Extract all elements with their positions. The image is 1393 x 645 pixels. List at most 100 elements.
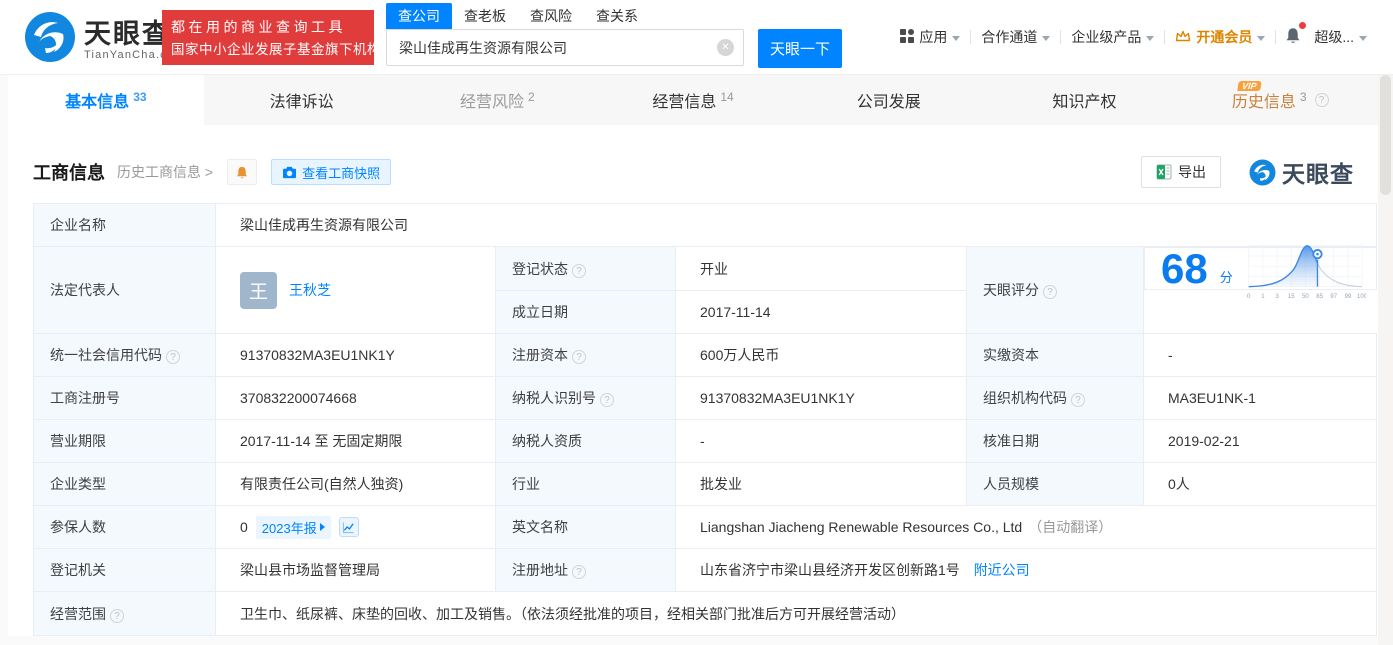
legal-rep-avatar[interactable]: 王 [240, 271, 277, 309]
camera-icon [283, 166, 297, 178]
tab-history-info[interactable]: VIP 历史信息 3 ? [1182, 75, 1378, 125]
nav-apps[interactable]: 应用 [890, 27, 970, 47]
tab-operation-info[interactable]: 经营信息 14 [595, 75, 791, 125]
help-icon[interactable]: ? [166, 350, 180, 364]
industry-label: 行业 [495, 462, 676, 506]
help-icon[interactable]: ? [1314, 93, 1329, 107]
tab-basic-info[interactable]: 基本信息 33 [8, 75, 204, 125]
banner-line2: 国家中小企业发展子基金旗下机构 [171, 41, 381, 57]
nav-member[interactable]: 开通会员 [1165, 27, 1275, 47]
taxpayer-quality-value: - [675, 419, 967, 463]
nav-enterprise[interactable]: 企业级产品 [1061, 27, 1164, 47]
clear-search-icon[interactable]: ✕ [717, 39, 734, 56]
nav-user-label: 超级... [1314, 29, 1354, 45]
org-code-label: 组织机构代码? [966, 376, 1144, 420]
chevron-down-icon [1359, 35, 1367, 41]
tianyancha-watermark: 天眼查 [1249, 155, 1354, 189]
approval-date-value: 2019-02-21 [1142, 419, 1378, 463]
tab-company-development[interactable]: 公司发展 [791, 75, 987, 125]
svg-text:3: 3 [1275, 293, 1279, 299]
legal-rep-link[interactable]: 王秋芝 [289, 280, 331, 300]
search-tabs: 查公司 查老板 查风险 查关系 [386, 3, 842, 29]
subscribe-bell-button[interactable] [227, 159, 258, 185]
section-title: 工商信息 [33, 163, 105, 183]
company-name-label: 企业名称 [33, 203, 216, 247]
taxpayer-quality-label: 纳税人资质 [495, 419, 676, 463]
search-tab-risk[interactable]: 查风险 [518, 3, 584, 29]
scrollbar[interactable] [1378, 75, 1393, 645]
address-label: 注册地址? [495, 548, 676, 592]
bell-icon [237, 166, 248, 178]
english-name-label: 英文名称 [495, 505, 676, 549]
table-row: 经营范围? 卫生巾、纸尿裤、床垫的回收、加工及销售。（依法须经批准的项目，经相关… [33, 591, 1378, 636]
search-button[interactable]: 天眼一下 [758, 29, 842, 68]
notification-bell-icon[interactable] [1276, 22, 1310, 48]
site-logo[interactable]: 天眼查 TianYanCha.com [24, 11, 185, 68]
history-business-info-link[interactable]: 历史工商信息 > [117, 162, 213, 182]
business-scope-label: 经营范围? [33, 591, 216, 636]
approval-date-label: 核准日期 [966, 419, 1144, 463]
reg-number-value: 370832200074668 [215, 376, 496, 420]
tab-operation-risk[interactable]: 经营风险 2 [399, 75, 595, 125]
company-tabs: 基本信息 33 法律诉讼 经营风险 2 经营信息 14 公司发展 知识产权 VI… [8, 75, 1378, 125]
staff-size-label: 人员规模 [966, 462, 1144, 506]
annual-report-link[interactable]: 2023年报 [255, 515, 331, 539]
nav-partner[interactable]: 合作通道 [971, 27, 1060, 47]
chevron-right-icon: > [204, 164, 214, 180]
help-icon[interactable]: ? [572, 565, 586, 579]
business-term-label: 营业期限 [33, 419, 216, 463]
tab-label: 知识产权 [1052, 94, 1117, 111]
help-icon[interactable]: ? [110, 608, 124, 623]
table-row: 法定代表人 王 王秋芝 登记状态? 开业 天眼评分? 68 分 0 1 3 15… [33, 243, 1377, 334]
address-text: 山东省济宁市梁山县经济开发区创新路1号 [700, 562, 960, 578]
scrollbar-thumb[interactable] [1380, 75, 1391, 195]
help-icon[interactable]: ? [600, 393, 614, 407]
search-tab-company[interactable]: 查公司 [386, 3, 452, 29]
tab-intellectual-property[interactable]: 知识产权 [987, 75, 1183, 125]
help-icon[interactable]: ? [572, 350, 586, 364]
svg-text:97: 97 [1330, 293, 1337, 299]
nav-user[interactable]: 超级... [1310, 27, 1377, 47]
help-icon[interactable]: ? [572, 263, 586, 278]
search-area: 查公司 查老板 查风险 查关系 ✕ 天眼一下 [386, 3, 842, 68]
search-tab-boss[interactable]: 查老板 [452, 3, 518, 29]
help-icon[interactable]: ? [1071, 393, 1085, 407]
search-tab-relation[interactable]: 查关系 [584, 3, 650, 29]
notification-dot [1299, 22, 1307, 29]
tab-label: 法律诉讼 [269, 94, 334, 111]
tab-legal-litigation[interactable]: 法律诉讼 [204, 75, 400, 125]
business-snapshot-button[interactable]: 查看工商快照 [271, 159, 392, 185]
triangle-right-icon [319, 523, 325, 531]
company-type-value: 有限责任公司(自然人独资) [215, 462, 496, 506]
table-row: 企业名称 梁山佳成再生资源有限公司 [33, 203, 1378, 247]
export-button[interactable]: 导出 [1141, 156, 1221, 188]
tab-label: 经营风险 [459, 94, 524, 111]
search-input[interactable] [386, 29, 744, 66]
registry-value: 梁山县市场监督管理局 [215, 548, 496, 592]
table-row: 工商注册号 370832200074668 纳税人识别号? 91370832MA… [33, 376, 1378, 420]
crown-icon [1175, 29, 1191, 46]
chevron-down-icon [1257, 35, 1266, 41]
tianyancha-logo-icon [24, 11, 76, 68]
insured-value-cell: 0 2023年报 [215, 505, 496, 549]
taxpayer-id-value: 91370832MA3EU1NK1Y [675, 376, 967, 420]
business-scope-value: 卫生巾、纸尿裤、床垫的回收、加工及销售。（依法须经批准的项目，经相关部门批准后方… [214, 591, 1378, 636]
reg-capital-value: 600万人民币 [675, 333, 967, 377]
snapshot-button-label: 查看工商快照 [302, 165, 381, 181]
svg-text:99: 99 [1344, 293, 1351, 299]
score-value-cell[interactable]: 68 分 0 1 3 15 50 85 97 99 10 [1144, 243, 1377, 299]
help-icon[interactable]: ? [1043, 285, 1057, 299]
establish-date-label: 成立日期 [495, 290, 676, 334]
industry-value: 批发业 [675, 462, 967, 506]
svg-text:85: 85 [1316, 293, 1323, 299]
company-type-label: 企业类型 [33, 462, 216, 506]
nearby-companies-link[interactable]: 附近公司 [974, 562, 1030, 578]
company-name-value: 梁山佳成再生资源有限公司 [214, 203, 1378, 247]
trend-chart-icon[interactable] [338, 517, 359, 537]
chevron-down-icon [952, 35, 961, 41]
tab-label: 基本信息 [65, 94, 130, 111]
english-name-value: Liangshan Jiacheng Renewable Resources C… [674, 505, 1378, 549]
promo-banner: 都在用的商业查询工具 国家中小企业发展子基金旗下机构 [162, 10, 381, 65]
vip-badge: VIP [1236, 81, 1261, 91]
svg-text:0: 0 [1247, 293, 1251, 299]
